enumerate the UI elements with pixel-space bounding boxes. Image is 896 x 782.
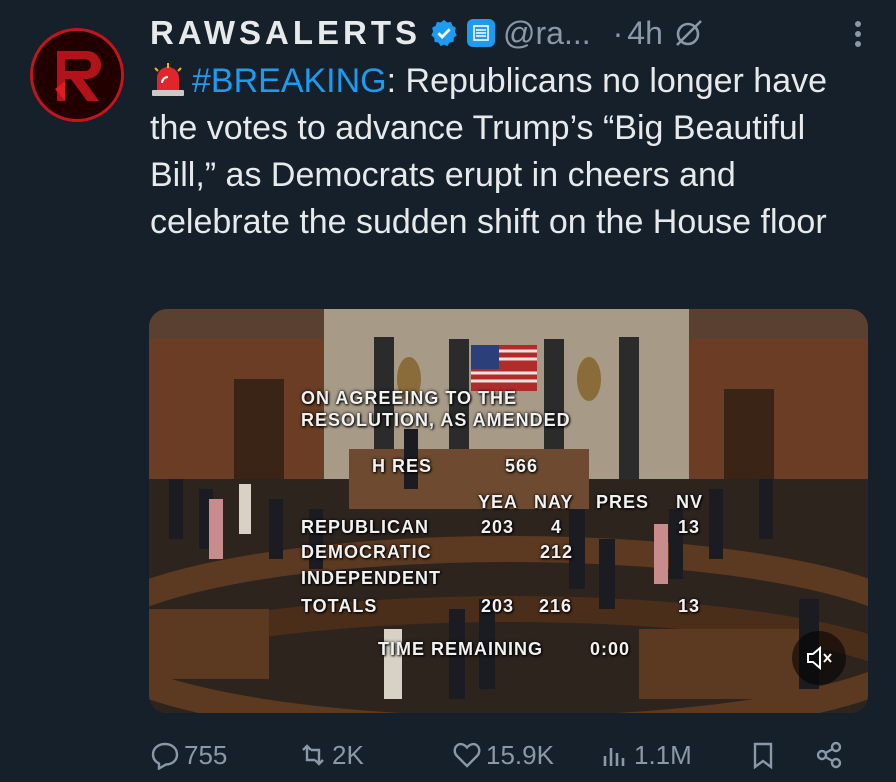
handle[interactable]: @ra... <box>503 15 591 52</box>
like-count: 15.9K <box>486 739 554 770</box>
reply-button[interactable]: 755 <box>150 733 227 777</box>
share-icon <box>816 741 842 769</box>
separator-dot: · <box>612 14 624 51</box>
mute-button[interactable] <box>792 631 846 685</box>
like-button[interactable]: 15.9K <box>452 733 554 777</box>
repost-icon <box>302 744 324 766</box>
rep-nay: 4 <box>551 517 563 537</box>
reply-icon <box>151 742 179 770</box>
row-independent: INDEPENDENT <box>301 568 442 588</box>
bookmark-button[interactable] <box>748 733 782 777</box>
tot-nv: 13 <box>678 596 701 616</box>
tweet-text: #BREAKING: Republicans no longer have th… <box>150 58 870 246</box>
tweet-header: RAWSALERTS @ra... · 4h <box>150 12 870 54</box>
dem-nay: 212 <box>540 542 574 562</box>
views-count: 1.1M <box>634 739 692 770</box>
grok-icon[interactable] <box>673 17 705 49</box>
views-icon <box>603 748 625 766</box>
repost-button[interactable]: 2K <box>298 733 364 777</box>
like-icon <box>453 742 481 768</box>
reply-count: 755 <box>184 739 228 770</box>
more-icon[interactable] <box>846 18 870 50</box>
views-button[interactable]: 1.1M <box>600 733 692 777</box>
vote-board-line1: ON AGREEING TO THE <box>301 388 518 408</box>
verified-badge-icon[interactable] <box>429 18 459 48</box>
row-democratic: DEMOCRATIC <box>301 542 432 562</box>
row-republican: REPUBLICAN <box>301 517 430 537</box>
display-name[interactable]: RAWSALERTS <box>150 14 421 52</box>
tot-nay: 216 <box>539 596 573 616</box>
col-nay: NAY <box>534 492 574 512</box>
col-nv: NV <box>676 492 704 512</box>
vote-board-line2: RESOLUTION, AS AMENDED <box>301 410 571 430</box>
row-totals: TOTALS <box>301 596 378 616</box>
mute-icon <box>807 645 832 671</box>
siren-icon <box>152 63 184 96</box>
col-pres: PRES <box>596 492 650 512</box>
col-yea: YEA <box>478 492 519 512</box>
affiliate-badge-icon[interactable] <box>467 19 495 47</box>
timestamp[interactable]: 4h <box>627 15 663 52</box>
rep-yea: 203 <box>481 517 515 537</box>
time-remaining-value: 0:00 <box>590 639 631 659</box>
hashtag-link[interactable]: #BREAKING <box>192 62 387 100</box>
time-remaining-label: TIME REMAINING <box>378 639 543 659</box>
avatar[interactable] <box>30 28 124 122</box>
bill-label: H RES <box>372 456 433 476</box>
bookmark-icon <box>753 742 773 770</box>
share-button[interactable] <box>814 733 848 777</box>
tot-yea: 203 <box>481 596 515 616</box>
action-bar: 755 2K 15.9K 1.1M <box>150 733 870 777</box>
bill-number: 566 <box>505 456 539 476</box>
rep-nv: 13 <box>678 517 701 537</box>
repost-count: 2K <box>332 739 364 770</box>
video-media[interactable]: ON AGREEING TO THE RESOLUTION, AS AMENDE… <box>149 309 868 713</box>
